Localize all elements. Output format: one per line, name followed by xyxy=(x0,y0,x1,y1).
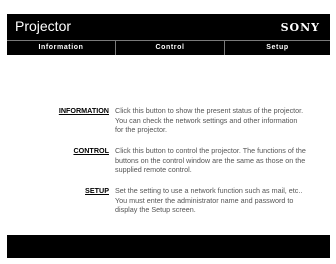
tab-bar: Information Control Setup xyxy=(7,40,330,55)
projector-window: Projector SONY Information Control Setup… xyxy=(7,14,330,258)
information-link[interactable]: INFORMATION xyxy=(59,106,109,116)
setup-link[interactable]: SETUP xyxy=(85,186,109,196)
control-link[interactable]: CONTROL xyxy=(73,146,109,156)
information-description: Click this button to show the present st… xyxy=(115,106,304,135)
setup-description: Set the setting to use a network functio… xyxy=(115,186,303,215)
brand-logo: SONY xyxy=(280,21,320,34)
tab-control[interactable]: Control xyxy=(116,41,225,55)
tab-setup[interactable]: Setup xyxy=(225,41,330,55)
page-title: Projector xyxy=(15,18,72,34)
footer-bar xyxy=(7,235,330,258)
header-bar: Projector SONY xyxy=(7,14,330,40)
tab-information[interactable]: Information xyxy=(7,41,116,55)
control-description: Click this button to control the project… xyxy=(115,146,306,175)
